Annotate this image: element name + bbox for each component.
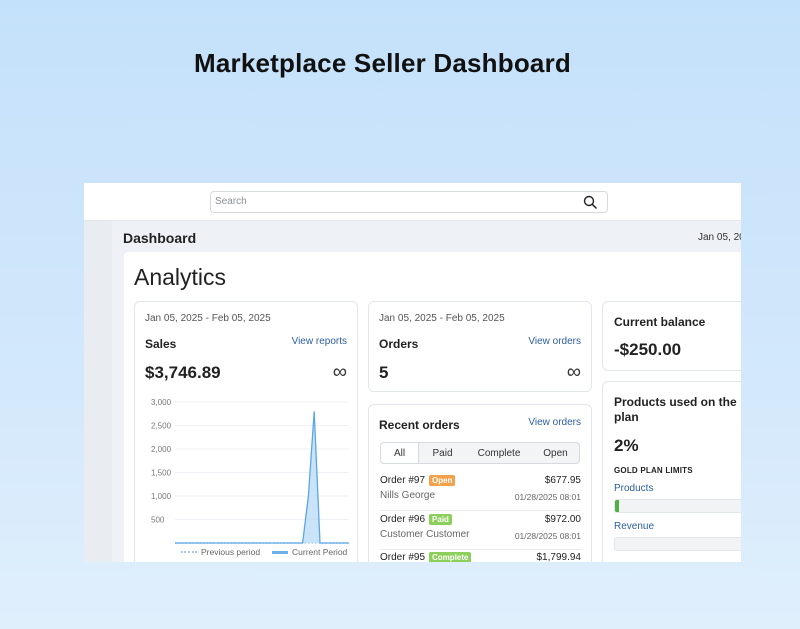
order-number: Order #95: [380, 552, 426, 562]
orders-value: 5: [379, 363, 389, 382]
sales-card: Jan 05, 2025 - Feb 05, 2025 Sales View r…: [134, 301, 358, 562]
infinity-icon: ∞: [566, 361, 581, 383]
sidebar: [84, 221, 112, 562]
legend-swatch-previous: [181, 551, 197, 553]
order-amount: $1,799.94: [536, 552, 582, 562]
products-progress-fill: [615, 500, 620, 512]
order-amount: $677.95: [544, 475, 581, 486]
legend-label-current: Current Period: [292, 547, 348, 557]
status-badge: Paid: [429, 514, 452, 525]
tab-all[interactable]: All: [381, 443, 419, 463]
view-orders-link[interactable]: View orders: [528, 336, 581, 347]
series-area-current: [175, 411, 349, 543]
plan-usage-card: Products used on the plan 2% GOLD PLAN L…: [602, 381, 741, 562]
order-number: Order #96: [380, 514, 426, 525]
balance-value: -$250.00: [614, 340, 682, 359]
balance-title: Current balance: [614, 315, 706, 329]
plan-title-line1: Products used on the: [614, 395, 737, 409]
limit-revenue-label: Revenue: [614, 521, 655, 532]
series-line-current: [175, 411, 349, 544]
order-amount: $972.00: [544, 514, 581, 525]
order-id: Order #97 Open: [380, 475, 456, 486]
order-row[interactable]: Order #95 Complete $1,799.94: [380, 552, 581, 562]
order-filter-tabs: All Paid Complete Open: [380, 442, 580, 464]
order-id: Order #96 Paid: [380, 514, 452, 525]
sales-title: Sales: [145, 337, 177, 351]
sales-value: $3,746.89: [145, 363, 221, 382]
plan-usage-value: 2%: [614, 436, 639, 455]
infinity-icon: ∞: [332, 361, 347, 383]
products-progress-bar: [614, 499, 741, 513]
view-all-orders-link[interactable]: View orders: [528, 417, 581, 428]
legend-previous-period: Previous period: [181, 547, 260, 557]
status-badge: Open: [429, 475, 456, 486]
order-customer: Customer Customer: [380, 529, 470, 540]
search-placeholder: Search: [215, 196, 247, 207]
app-window: Search Dashboard Jan 05, 2025 Analytics …: [84, 183, 741, 562]
order-id: Order #95 Complete: [380, 552, 472, 562]
order-row[interactable]: Order #97 Open $677.95 Nills George 01/2…: [380, 475, 581, 511]
orders-title: Orders: [379, 337, 419, 351]
balance-card: Current balance -$250.00: [602, 301, 741, 371]
y-tick-label: 2,000: [151, 445, 172, 454]
header-title: Dashboard: [123, 230, 197, 246]
tab-paid[interactable]: Paid: [419, 443, 466, 463]
legend-label-previous: Previous period: [201, 547, 261, 557]
y-tick-label: 3,000: [151, 398, 172, 407]
revenue-progress-bar: [614, 537, 741, 551]
recent-orders-card: Recent orders View orders All Paid Compl…: [368, 404, 592, 562]
search-input[interactable]: Search: [210, 191, 608, 213]
view-reports-link[interactable]: View reports: [292, 336, 347, 347]
status-badge: Complete: [429, 552, 472, 562]
order-number: Order #97: [380, 475, 426, 486]
y-tick-label: 1,500: [151, 469, 172, 478]
limit-products-label: Products: [614, 483, 654, 494]
legend-swatch-current: [272, 550, 288, 554]
order-row[interactable]: Order #96 Paid $972.00 Customer Customer…: [380, 514, 581, 550]
main-content: Analytics Jan 05, 2025 - Feb 05, 2025 Sa…: [124, 252, 741, 562]
plan-title-line2: plan: [614, 410, 639, 424]
tab-complete[interactable]: Complete: [466, 443, 532, 463]
top-bar: Search: [84, 183, 741, 221]
sales-chart: 3,000 2,500 2,000 1,500 1,000 500: [151, 398, 349, 544]
order-date: 01/28/2025 08:01: [514, 531, 581, 541]
gold-plan-limits-label: GOLD PLAN LIMITS: [614, 466, 693, 475]
header-date: Jan 05, 2025: [698, 232, 741, 243]
page-title: Marketplace Seller Dashboard: [194, 48, 571, 78]
y-tick-label: 500: [151, 516, 165, 525]
y-tick-label: 1,000: [151, 492, 172, 501]
order-customer: Nills George: [380, 490, 436, 501]
tab-open[interactable]: Open: [532, 443, 579, 463]
order-date: 01/28/2025 08:01: [514, 492, 581, 502]
orders-date-range: Jan 05, 2025 - Feb 05, 2025: [379, 313, 505, 324]
analytics-heading: Analytics: [134, 264, 227, 290]
y-tick-label: 2,500: [151, 422, 172, 431]
search-icon[interactable]: [583, 195, 597, 209]
sales-date-range: Jan 05, 2025 - Feb 05, 2025: [145, 313, 271, 324]
orders-card: Jan 05, 2025 - Feb 05, 2025 Orders View …: [368, 301, 592, 392]
legend-current-period: Current Period: [272, 547, 347, 557]
recent-orders-title: Recent orders: [379, 418, 460, 432]
